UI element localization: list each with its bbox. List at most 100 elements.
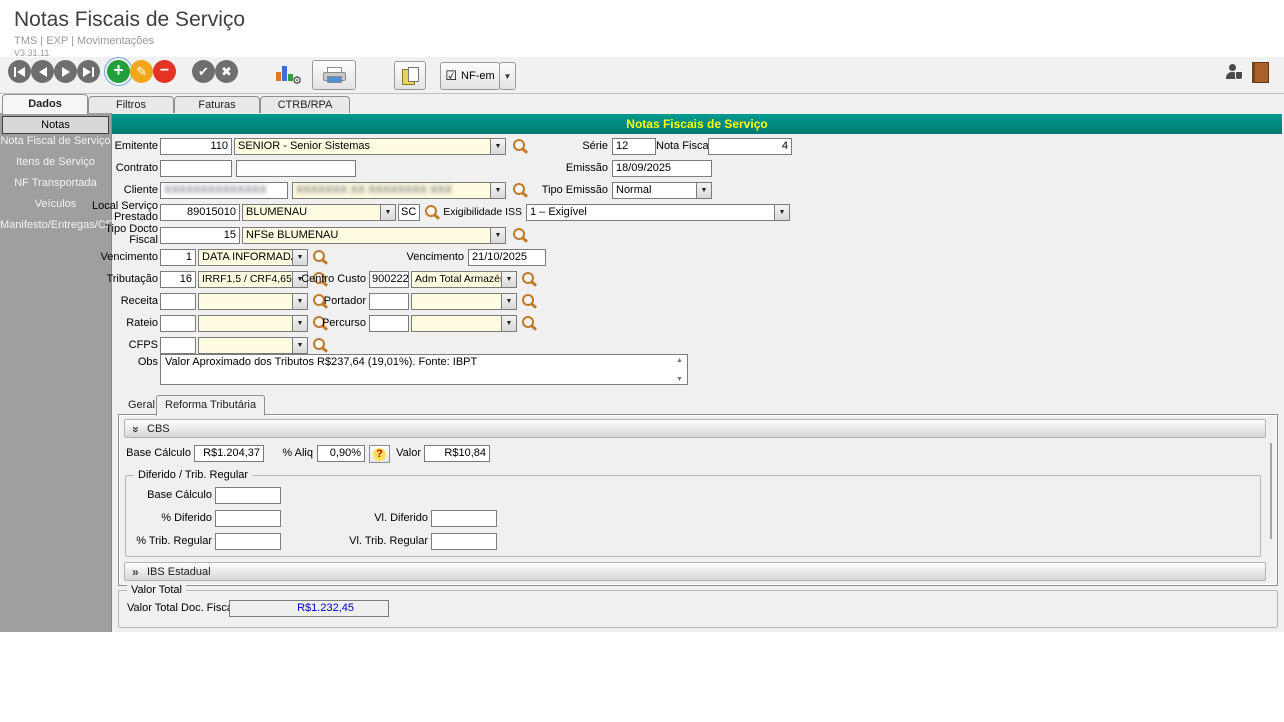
scroll-down-icon[interactable]: ▼ xyxy=(676,376,683,383)
exigibilidade-iss-combo[interactable]: 1 – Exigível▼ xyxy=(526,204,790,221)
receita-combo[interactable]: ▼ xyxy=(198,293,308,310)
dropdown-arrow-icon[interactable]: ▼ xyxy=(696,183,711,198)
dropdown-arrow-icon[interactable]: ▼ xyxy=(292,250,307,265)
cbs-valor-field[interactable]: R$10,84 xyxy=(424,445,490,462)
cliente-combo[interactable]: XXXXXXX XX XXXXXXXX XXX▼ xyxy=(292,182,506,199)
vl-trib-regular-field[interactable] xyxy=(431,533,497,550)
tributacao-combo[interactable]: IRRF1,5 / CRF4,65▼ xyxy=(198,271,308,288)
vencimento-lookup-icon[interactable] xyxy=(312,250,328,266)
vencimento-combo[interactable]: DATA INFORMADA▼ xyxy=(198,249,308,266)
user-permissions-button[interactable] xyxy=(1226,64,1242,80)
percurso-combo[interactable]: ▼ xyxy=(411,315,517,332)
valor-total-doc-label: Valor Total Doc. Fiscal xyxy=(127,600,229,617)
centro-custo-code-field[interactable]: 900222 xyxy=(369,271,409,288)
nfem-dropdown-button[interactable]: ▼ xyxy=(499,62,516,90)
tab-dados[interactable]: Dados xyxy=(2,94,88,114)
ibs-title: IBS Estadual xyxy=(147,566,211,578)
previous-record-button[interactable] xyxy=(31,60,54,83)
cfps-combo[interactable]: ▼ xyxy=(198,337,308,354)
dropdown-arrow-icon[interactable]: ▼ xyxy=(501,272,516,287)
cfps-lookup-icon[interactable] xyxy=(312,338,328,354)
ibs-section-header[interactable]: » IBS Estadual xyxy=(124,562,1266,581)
nota-fiscal-field[interactable]: 4 xyxy=(708,138,792,155)
pct-diferido-field[interactable] xyxy=(215,510,281,527)
tributacao-code-field[interactable]: 16 xyxy=(160,271,196,288)
vencimento-code-field[interactable]: 1 xyxy=(160,249,196,266)
tipo-docto-lookup-icon[interactable] xyxy=(512,228,528,244)
edit-record-button[interactable]: ✎ xyxy=(130,60,153,83)
dropdown-arrow-icon[interactable]: ▼ xyxy=(501,294,516,309)
vencimento-data-label: Vencimento xyxy=(400,249,464,266)
vencimento-data-field[interactable]: 21/10/2025 xyxy=(468,249,546,266)
centro-custo-combo[interactable]: Adm Total Armazéns▼ xyxy=(411,271,517,288)
obs-textarea[interactable]: Valor Aproximado dos Tributos R$237,64 (… xyxy=(160,354,688,385)
next-record-button[interactable] xyxy=(54,60,77,83)
tab-ctrb-rpa[interactable]: CTRB/RPA xyxy=(260,96,350,113)
exit-button[interactable] xyxy=(1252,62,1269,83)
add-record-button[interactable]: + xyxy=(107,60,130,83)
percurso-lookup-icon[interactable] xyxy=(521,316,537,332)
cfps-code-field[interactable] xyxy=(160,337,196,354)
chart-settings-button[interactable]: ⚙ xyxy=(276,62,300,84)
scroll-up-icon[interactable]: ▲ xyxy=(676,357,683,364)
percurso-code-field[interactable] xyxy=(369,315,409,332)
serie-field[interactable]: 12 xyxy=(612,138,656,155)
portador-code-field[interactable] xyxy=(369,293,409,310)
delete-record-button[interactable]: − xyxy=(153,60,176,83)
expand-chevron-icon[interactable]: » xyxy=(132,563,139,582)
confirm-button[interactable]: ✔ xyxy=(192,60,215,83)
tipo-docto-code-field[interactable]: 15 xyxy=(160,227,240,244)
collapse-chevron-icon[interactable]: » xyxy=(126,426,145,433)
cancel-button[interactable]: ✖ xyxy=(215,60,238,83)
local-servico-code-field[interactable]: 89015010 xyxy=(160,204,240,221)
cbs-base-field[interactable]: R$1.204,37 xyxy=(194,445,264,462)
receita-code-field[interactable] xyxy=(160,293,196,310)
tab-filtros[interactable]: Filtros xyxy=(88,96,174,113)
dropdown-arrow-icon[interactable]: ▼ xyxy=(292,338,307,353)
vl-diferido-field[interactable] xyxy=(431,510,497,527)
centro-custo-lookup-icon[interactable] xyxy=(521,272,537,288)
row-emitente: Emitente 110 SENIOR - Senior Sistemas▼ S… xyxy=(0,138,1284,156)
dropdown-arrow-icon[interactable]: ▼ xyxy=(490,183,505,198)
portador-lookup-icon[interactable] xyxy=(521,294,537,310)
emissao-field[interactable]: 18/09/2025 xyxy=(612,160,712,177)
cbs-help-button[interactable]: ? xyxy=(369,445,390,463)
first-record-button[interactable] xyxy=(8,60,31,83)
rateio-combo[interactable]: ▼ xyxy=(198,315,308,332)
obs-scrollbar[interactable]: ▲▼ xyxy=(674,357,685,383)
checkbox-icon: ☑ xyxy=(445,68,457,84)
last-record-button[interactable] xyxy=(77,60,100,83)
cliente-lookup-icon[interactable] xyxy=(512,183,528,199)
contrato-desc-field[interactable] xyxy=(236,160,356,177)
tipo-docto-combo[interactable]: NFSe BLUMENAU▼ xyxy=(242,227,506,244)
rateio-code-field[interactable] xyxy=(160,315,196,332)
local-servico-uf-field[interactable]: SC xyxy=(398,204,420,221)
cliente-code-field[interactable]: XXXXXXXXXXXXXX xyxy=(160,182,288,199)
emitente-combo[interactable]: SENIOR - Senior Sistemas▼ xyxy=(234,138,506,155)
tipo-emissao-combo[interactable]: Normal▼ xyxy=(612,182,712,199)
cbs-section-header[interactable]: » CBS xyxy=(124,419,1266,438)
print-button[interactable] xyxy=(312,60,356,90)
dropdown-arrow-icon[interactable]: ▼ xyxy=(380,205,395,220)
diferido-base-field[interactable] xyxy=(215,487,281,504)
portador-combo[interactable]: ▼ xyxy=(411,293,517,310)
local-servico-combo[interactable]: BLUMENAU▼ xyxy=(242,204,396,221)
dropdown-arrow-icon[interactable]: ▼ xyxy=(501,316,516,331)
emitente-code-field[interactable]: 110 xyxy=(160,138,232,155)
dropdown-arrow-icon[interactable]: ▼ xyxy=(490,228,505,243)
tab-faturas[interactable]: Faturas xyxy=(174,96,260,113)
sidebar-header-notas[interactable]: Notas xyxy=(2,116,109,134)
panel-scrollbar[interactable] xyxy=(1270,443,1272,539)
chart-bar-icon xyxy=(276,72,281,81)
contrato-code-field[interactable] xyxy=(160,160,232,177)
copy-document-button[interactable] xyxy=(394,61,426,90)
nfem-button[interactable]: ☑ NF-em xyxy=(440,62,500,90)
tab-reforma-tributaria[interactable]: Reforma Tributária xyxy=(156,395,265,416)
valor-total-fieldset: Valor Total Valor Total Doc. Fiscal R$1.… xyxy=(118,590,1278,628)
dropdown-arrow-icon[interactable]: ▼ xyxy=(774,205,789,220)
emitente-lookup-icon[interactable] xyxy=(512,139,528,155)
last-bar-icon xyxy=(92,67,94,77)
pct-trib-regular-field[interactable] xyxy=(215,533,281,550)
dropdown-arrow-icon[interactable]: ▼ xyxy=(490,139,505,154)
cbs-aliq-field[interactable]: 0,90% xyxy=(317,445,365,462)
